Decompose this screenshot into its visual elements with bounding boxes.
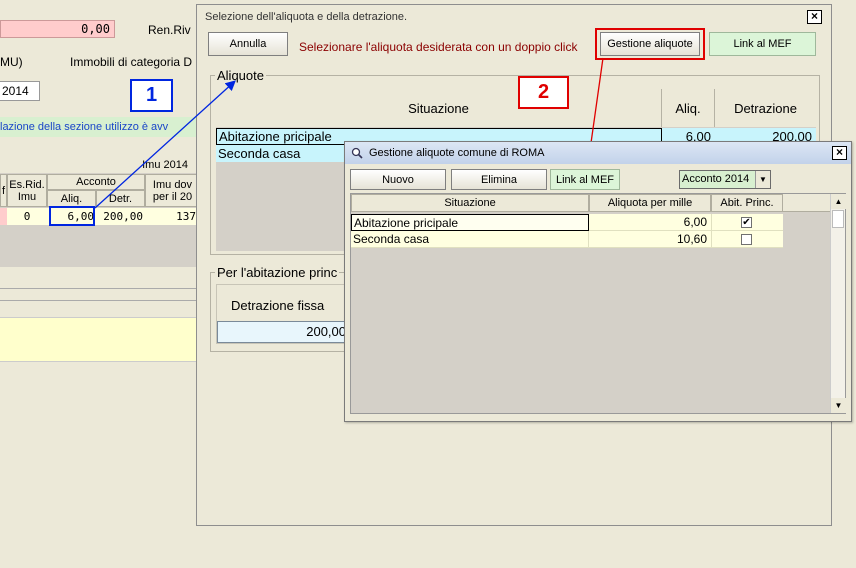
col-abit-princ-header: Abit. Princ. — [711, 194, 783, 212]
year-tab[interactable]: 2014 — [0, 81, 40, 101]
sub-dialog: Gestione aliquote comune di ROMA × Nuovo… — [344, 141, 852, 422]
es-rid-line1: Es.Rid. — [9, 178, 45, 191]
immobili-label: Immobili di categoria D — [70, 55, 193, 69]
es-rid-header: Es.Rid. Imu — [7, 174, 47, 207]
col-detrazione-header: Detrazione — [715, 89, 816, 127]
scroll-down-icon[interactable]: ▼ — [831, 398, 846, 413]
close-icon[interactable]: × — [832, 146, 847, 160]
main-dialog-title: Selezione dell'aliquota e della detrazio… — [205, 11, 408, 23]
grid-header-filler — [783, 194, 830, 212]
row-imu-dov[interactable]: 137 — [145, 208, 200, 225]
imu-dov-line1: Imu dov — [152, 178, 193, 191]
es-rid-line2: Imu — [17, 190, 37, 203]
col-situazione-header: Situazione — [216, 89, 662, 127]
table-row-aliquota[interactable]: 6,00 — [589, 214, 711, 231]
abit-princ-checkbox[interactable]: ✔ — [741, 217, 752, 228]
aliquote-group-label: Aliquote — [215, 68, 266, 83]
period-select-value: Acconto 2014 — [682, 173, 750, 185]
vertical-scrollbar[interactable]: ▲ ▼ — [830, 194, 846, 413]
detrazione-fissa-label: Detrazione fissa — [231, 298, 325, 313]
nuovo-button[interactable]: Nuovo — [350, 169, 446, 190]
chevron-down-icon[interactable]: ▼ — [755, 171, 770, 188]
imu-dov-header: Imu dov per il 20 — [145, 174, 200, 207]
row-detr[interactable]: 200,00 — [96, 208, 145, 225]
alig-highlight-box — [49, 206, 95, 226]
main-dialog-titlebar: Selezione dell'aliquota e della detrazio… — [197, 5, 831, 27]
gestione-highlight-box — [595, 28, 705, 60]
f-header: f — [0, 174, 7, 207]
abit-princ-checkbox[interactable] — [741, 234, 752, 245]
acconto-header: Acconto — [47, 174, 145, 190]
imu-label: MU) — [0, 55, 23, 69]
abitazione-group-label: Per l'abitazione princ — [215, 265, 340, 280]
link-mef-button[interactable]: Link al MEF — [550, 169, 620, 190]
imu-dov-line2: per il 20 — [152, 190, 193, 203]
annulla-button[interactable]: Annulla — [208, 32, 288, 56]
col-aliq-header: Aliq. — [662, 89, 715, 127]
alig-header: Aliq. — [47, 190, 96, 207]
marker-2: 2 — [518, 76, 569, 109]
aliquote-grid: Situazione Aliquota per mille Abit. Prin… — [350, 193, 846, 414]
row-es-rid[interactable]: 0 — [7, 208, 47, 225]
instruction-text: Selezionare l'aliquota desiderata con un… — [299, 40, 578, 54]
imu-grid: Imu 2014 f Es.Rid. Imu Acconto Aliq. Det… — [0, 157, 200, 267]
close-icon[interactable]: × — [807, 10, 822, 24]
detrazione-fissa-panel: Detrazione fissa 200,00 — [216, 284, 357, 344]
link-mef-button[interactable]: Link al MEF — [709, 32, 816, 56]
magnifier-icon — [351, 147, 363, 159]
amount-field[interactable]: 0,00 — [0, 20, 115, 38]
yellow-notes-area — [0, 317, 200, 362]
detr-header: Detr. — [96, 190, 145, 207]
table-row-aliquota[interactable]: 10,60 — [589, 231, 711, 248]
scroll-thumb[interactable] — [832, 210, 844, 228]
table-row[interactable]: Abitazione pricipale — [351, 214, 589, 231]
sub-dialog-titlebar: Gestione aliquote comune di ROMA × — [345, 142, 851, 164]
imu-year-header: Imu 2014 — [0, 157, 200, 173]
col-situazione-header: Situazione — [351, 194, 589, 212]
info-bar: lazione della sezione utilizzo è avv — [0, 117, 200, 137]
ren-riv-label: Ren.Riv — [148, 23, 191, 37]
elimina-button[interactable]: Elimina — [451, 169, 547, 190]
scroll-up-icon[interactable]: ▲ — [831, 194, 846, 209]
row-f — [0, 208, 7, 225]
col-aliquota-header: Aliquota per mille — [589, 194, 711, 212]
sub-dialog-title: Gestione aliquote comune di ROMA — [369, 147, 545, 159]
period-select[interactable]: Acconto 2014 ▼ — [679, 170, 771, 189]
marker-1: 1 — [130, 79, 173, 112]
detrazione-fissa-input[interactable]: 200,00 — [217, 321, 357, 343]
divider-line — [0, 300, 200, 301]
divider-line — [0, 288, 200, 289]
table-row[interactable]: Seconda casa — [351, 231, 589, 248]
